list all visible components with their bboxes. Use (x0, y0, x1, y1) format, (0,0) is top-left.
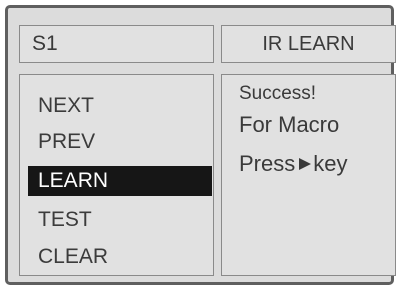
menu-item-prev[interactable]: PREV (38, 127, 95, 157)
mode-title: IR LEARN (262, 33, 355, 55)
lcd-screen: S1 IR LEARN NEXT PREV LEARN TEST CLEAR S… (5, 5, 396, 285)
play-arrow-icon (299, 158, 312, 171)
mode-header: IR LEARN (221, 25, 396, 63)
slot-label: S1 (32, 32, 58, 55)
slot-indicator: S1 (19, 25, 214, 63)
menu-item-test[interactable]: TEST (38, 205, 92, 235)
message-panel: Success! For Macro Press key (221, 74, 396, 276)
menu-item-clear[interactable]: CLEAR (38, 242, 108, 272)
status-message: Success! (239, 83, 317, 104)
instruction-line-2: Press key (239, 150, 348, 178)
menu-panel: NEXT PREV LEARN TEST CLEAR (19, 74, 214, 276)
menu-item-learn[interactable]: LEARN (28, 166, 212, 196)
instruction-key-text: key (313, 151, 348, 176)
menu-item-next[interactable]: NEXT (38, 91, 94, 121)
instruction-line-1: For Macro (239, 112, 340, 137)
instruction-press-text: Press (239, 151, 296, 176)
